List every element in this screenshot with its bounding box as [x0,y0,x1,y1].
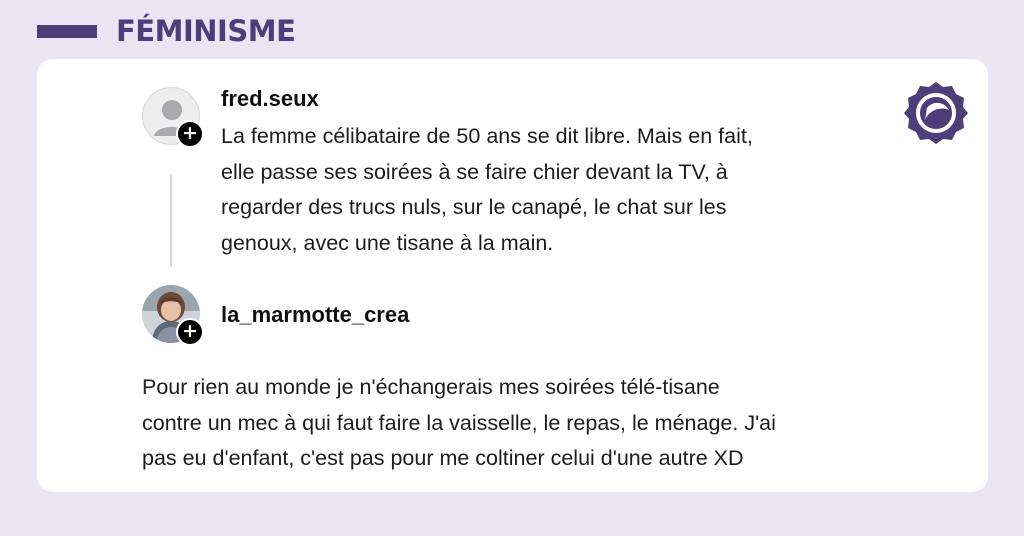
follow-plus-icon[interactable]: + [176,318,204,346]
post-username[interactable]: la_marmotte_crea [221,302,409,328]
thread-connector-line [170,175,172,267]
thread-card: + fred.seux La femme célibataire de 50 a… [37,59,988,492]
post-text: La femme célibataire de 50 ans se dit li… [221,124,753,255]
header-accent-bar [37,25,97,38]
page-title: FÉMINISME [116,14,296,48]
brand-logo-icon [904,82,968,144]
follow-plus-icon[interactable]: + [176,120,204,148]
post-username[interactable]: fred.seux [221,86,319,112]
post-text: Pour rien au monde je n'échangerais mes … [142,375,776,470]
